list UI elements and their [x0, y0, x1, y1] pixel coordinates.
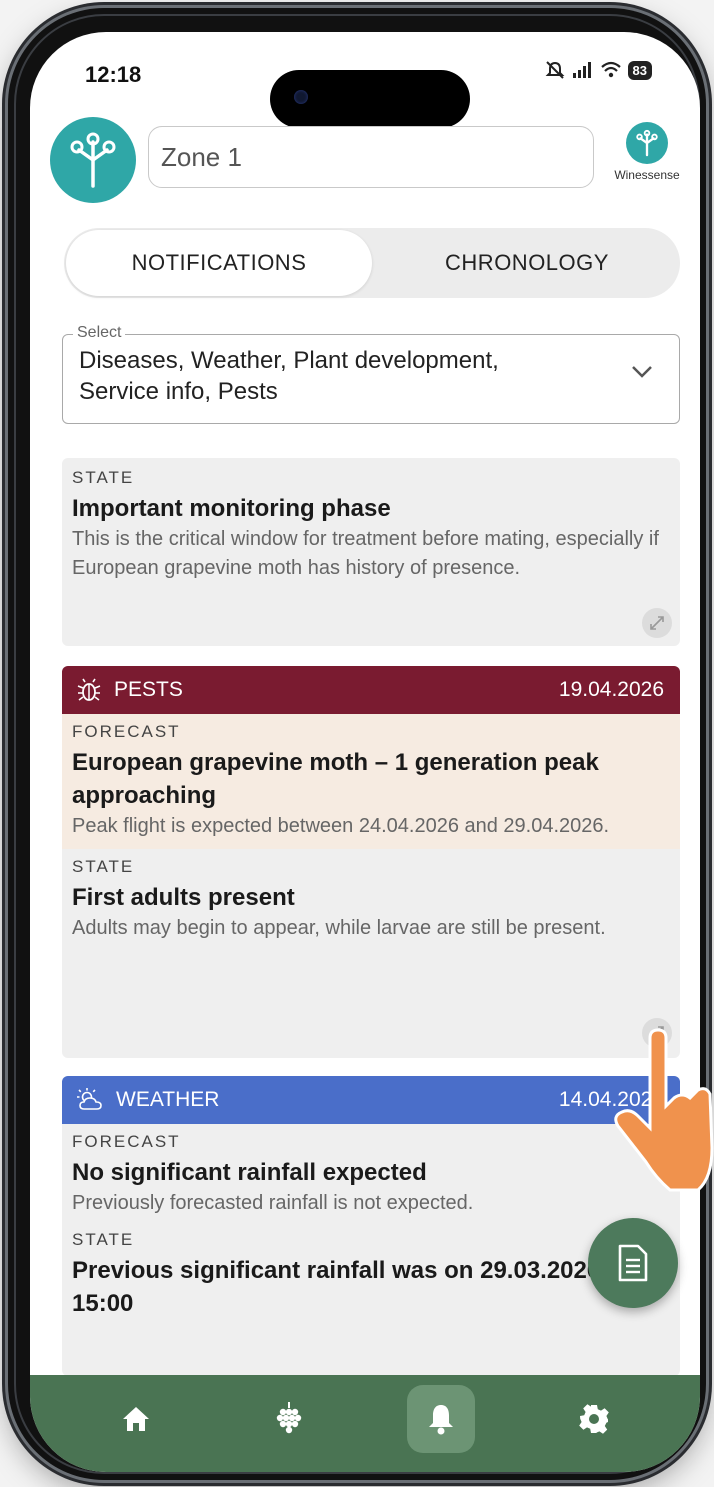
- pests-card-header: PESTS 19.04.2026: [62, 666, 680, 714]
- dynamic-island: [270, 70, 470, 128]
- section-title: First adults present: [72, 884, 295, 911]
- category-select[interactable]: Select Diseases, Weather, Plant developm…: [62, 324, 680, 424]
- nav-settings[interactable]: [560, 1385, 628, 1453]
- status-time: 12:18: [85, 62, 142, 87]
- sun-cloud-icon: [77, 1088, 102, 1110]
- mute-icon: [545, 61, 564, 79]
- home-icon: [123, 1406, 150, 1431]
- forecast-section: FORECAST No significant rainfall expecte…: [62, 1124, 680, 1226]
- gear-icon: [578, 1403, 609, 1434]
- select-value-line1: Diseases, Weather, Plant development,: [79, 347, 499, 374]
- nav-notifications[interactable]: [407, 1384, 476, 1453]
- volume-down-button: [2, 410, 7, 500]
- section-type: STATE: [72, 1230, 135, 1249]
- brand-name: Winessense: [614, 168, 680, 182]
- state-section: STATE Previous significant rainfall was …: [62, 1226, 680, 1328]
- section-body: Previously forecasted rainfall is not ex…: [72, 1192, 474, 1214]
- signal-icon: [572, 62, 591, 78]
- silent-switch: [2, 210, 7, 260]
- section-title: Important monitoring phase: [72, 495, 391, 522]
- battery-indicator: 83: [627, 60, 652, 80]
- notification-card-pests[interactable]: PESTS 19.04.2026 FORECAST European grape…: [62, 666, 680, 1058]
- bug-icon: [77, 678, 101, 701]
- section-body: Adults may begin to appear, while larvae…: [72, 917, 606, 939]
- notification-card-weather[interactable]: WEATHER 14.04.2026 FORECAST No significa…: [62, 1076, 680, 1376]
- section-title: Previous significant rainfall was on 29.…: [72, 1257, 629, 1317]
- state-section: STATE First adults present Adults may be…: [62, 849, 680, 951]
- vine-logo-icon: [70, 132, 116, 188]
- grape-icon: [276, 1401, 301, 1433]
- section-type: FORECAST: [72, 1132, 181, 1151]
- nav-home[interactable]: [102, 1385, 170, 1453]
- document-icon: [618, 1244, 648, 1282]
- volume-up-button: [2, 300, 7, 390]
- weather-card-header: WEATHER 14.04.2026: [62, 1076, 680, 1124]
- phone-frame: 12:18 83 Winessense: [8, 8, 706, 1480]
- app-logo[interactable]: [50, 117, 136, 203]
- tab-chronology[interactable]: CHRONOLOGY: [374, 228, 680, 298]
- wifi-icon: [600, 61, 621, 78]
- tab-notifications[interactable]: NOTIFICATIONS: [66, 230, 372, 296]
- status-icons: 83: [544, 60, 652, 80]
- brand-mark: Winessense: [602, 122, 692, 182]
- bottom-nav: [30, 1375, 700, 1472]
- card-date: 19.04.2026: [558, 678, 664, 701]
- notification-card-monitoring[interactable]: STATE Important monitoring phase This is…: [62, 458, 680, 646]
- section-body: Peak flight is expected between 24.04.20…: [72, 815, 610, 837]
- section-type: FORECAST: [72, 722, 181, 741]
- expand-icon[interactable]: [642, 608, 672, 638]
- forecast-section: FORECAST European grapevine moth – 1 gen…: [62, 714, 680, 849]
- report-fab[interactable]: [588, 1218, 678, 1308]
- nav-vineyard[interactable]: [255, 1385, 323, 1453]
- front-camera: [294, 90, 308, 104]
- phone-screen: 12:18 83 Winessense: [30, 32, 700, 1472]
- bell-icon: [429, 1404, 454, 1434]
- zone-input[interactable]: [148, 126, 594, 188]
- select-legend: Select: [73, 324, 126, 342]
- power-button: [707, 340, 712, 480]
- card-category: PESTS: [114, 678, 183, 701]
- tab-bar: NOTIFICATIONS CHRONOLOGY: [64, 228, 680, 298]
- tap-hand-icon: [614, 1028, 714, 1192]
- winessense-logo-icon: [626, 122, 668, 164]
- section-type: STATE: [72, 468, 135, 487]
- section-type: STATE: [72, 857, 135, 876]
- chevron-down-icon[interactable]: [631, 365, 653, 379]
- state-section: STATE Important monitoring phase This is…: [62, 458, 680, 591]
- section-title: No significant rainfall expected: [72, 1159, 427, 1186]
- select-value-line2: Service info, Pests: [79, 378, 278, 405]
- card-category: WEATHER: [116, 1088, 220, 1111]
- section-body: This is the critical window for treatmen…: [72, 528, 659, 579]
- section-title: European grapevine moth – 1 generation p…: [72, 749, 599, 809]
